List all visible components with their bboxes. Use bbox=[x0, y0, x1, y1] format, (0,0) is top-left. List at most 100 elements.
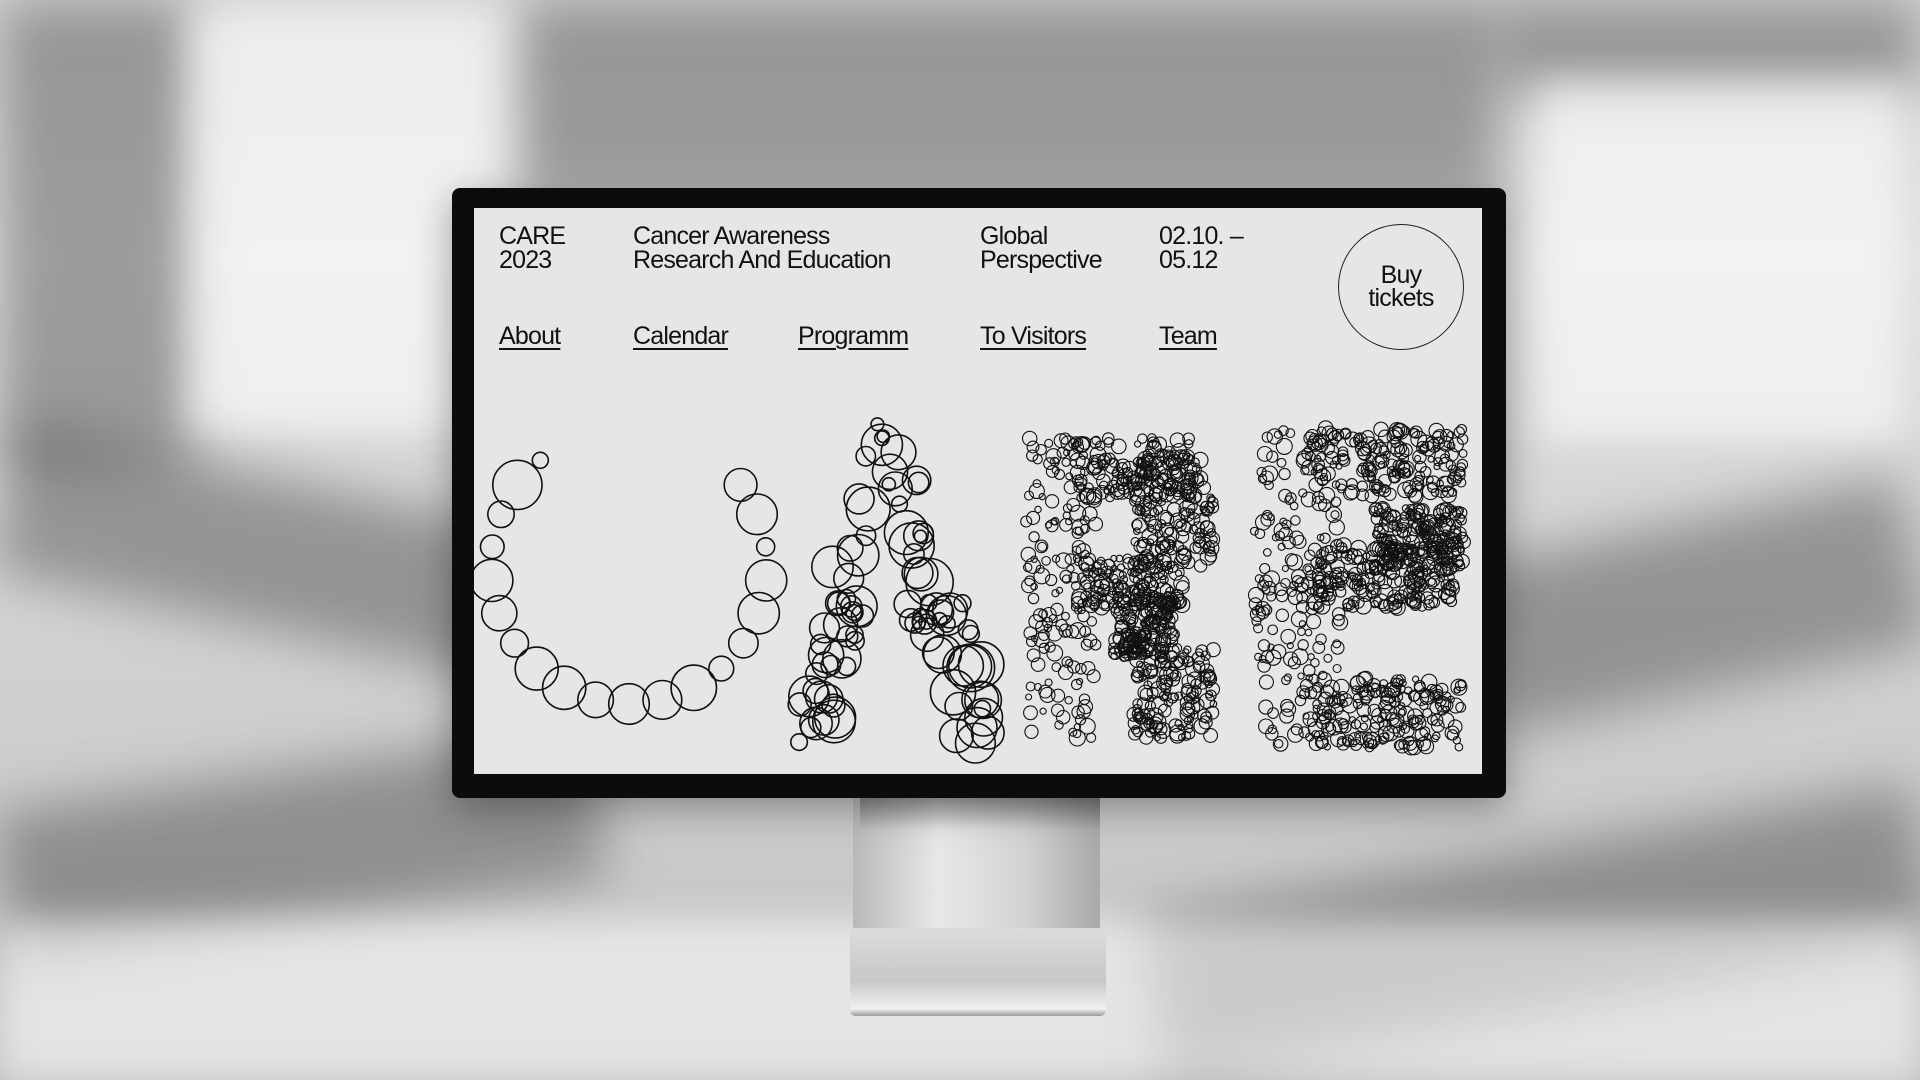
bubble bbox=[1290, 515, 1301, 526]
bubble bbox=[1175, 530, 1190, 544]
bubble bbox=[479, 534, 505, 560]
bubble bbox=[1139, 730, 1154, 745]
buy-tickets-button[interactable]: Buy tickets bbox=[1338, 224, 1464, 350]
bubble bbox=[1035, 443, 1047, 456]
bubble bbox=[1205, 642, 1221, 658]
bubble bbox=[1456, 423, 1468, 435]
bubble bbox=[1305, 613, 1322, 630]
bubble bbox=[790, 733, 809, 752]
bubble bbox=[1061, 457, 1071, 467]
subtitle-line-1: Cancer Awareness bbox=[633, 222, 830, 250]
bubble bbox=[1433, 457, 1443, 467]
hero-care-bubble-lettering bbox=[474, 417, 1471, 764]
brand-line-1: CARE bbox=[499, 222, 566, 250]
bubble bbox=[1280, 628, 1297, 645]
bubble bbox=[577, 681, 615, 719]
bubble bbox=[1061, 611, 1070, 621]
bubble bbox=[1037, 541, 1048, 552]
bubble bbox=[1323, 653, 1333, 663]
bubble bbox=[1114, 484, 1130, 500]
bubble bbox=[735, 493, 779, 536]
brand-logo[interactable]: CARE 2023 bbox=[499, 222, 566, 274]
bubble bbox=[1275, 608, 1290, 623]
nav-calendar[interactable]: Calendar bbox=[633, 322, 729, 351]
bubble bbox=[1039, 707, 1047, 715]
bubble bbox=[1369, 722, 1381, 733]
dates-line-1: 02.10. – bbox=[1159, 222, 1244, 250]
bubble bbox=[1278, 467, 1291, 481]
bubble bbox=[890, 495, 909, 513]
bubble bbox=[723, 467, 758, 503]
bubble bbox=[1286, 553, 1304, 571]
bubble bbox=[1062, 511, 1071, 520]
brand-line-2: 2023 bbox=[499, 246, 552, 274]
bubble bbox=[1373, 421, 1389, 438]
bubble bbox=[1077, 609, 1090, 623]
bubble bbox=[1131, 519, 1143, 531]
bubble bbox=[1281, 564, 1289, 573]
bubble bbox=[1175, 520, 1184, 528]
bubble bbox=[1317, 498, 1332, 512]
bubble bbox=[1331, 607, 1346, 621]
bubble bbox=[1044, 573, 1058, 587]
nav-programm[interactable]: Programm bbox=[798, 322, 909, 351]
bubble bbox=[1257, 659, 1271, 673]
nav-about[interactable]: About bbox=[499, 322, 561, 351]
bubble bbox=[1088, 516, 1104, 532]
bubble bbox=[1079, 717, 1096, 735]
bubble bbox=[1345, 478, 1358, 491]
tagline-line-2: Perspective bbox=[980, 246, 1103, 274]
monitor-stand-foot bbox=[850, 928, 1106, 1016]
tagline-line-1: Global bbox=[980, 222, 1048, 250]
bubble bbox=[1249, 526, 1259, 536]
bubble bbox=[1051, 688, 1066, 703]
letter-a-bubbles bbox=[787, 417, 1005, 764]
buy-label-line-2: tickets bbox=[1368, 284, 1434, 312]
bubble bbox=[1044, 438, 1054, 448]
bubble bbox=[1137, 433, 1148, 444]
bubble bbox=[1181, 648, 1190, 656]
nav-to-visitors[interactable]: To Visitors bbox=[980, 322, 1087, 351]
bubble bbox=[1359, 722, 1369, 731]
bubble bbox=[1025, 693, 1033, 701]
bubble bbox=[1041, 555, 1051, 566]
website-screen: CARE 2023 Cancer Awareness Research And … bbox=[474, 208, 1482, 774]
bubble bbox=[1025, 681, 1036, 692]
bubble bbox=[1297, 627, 1306, 637]
bubble bbox=[1427, 455, 1435, 463]
bubble bbox=[1332, 663, 1342, 674]
bubble bbox=[901, 465, 932, 496]
bubble bbox=[1064, 696, 1073, 705]
nav-team[interactable]: Team bbox=[1159, 322, 1218, 351]
bubble bbox=[737, 591, 781, 635]
bubble bbox=[708, 655, 735, 682]
bubble bbox=[499, 628, 530, 658]
bubble bbox=[1330, 510, 1340, 520]
bubble bbox=[871, 453, 909, 491]
bubble bbox=[1193, 559, 1208, 573]
bubble bbox=[810, 545, 854, 589]
bubble bbox=[1023, 626, 1038, 640]
bubble bbox=[1414, 714, 1425, 725]
bubble bbox=[531, 451, 550, 470]
letter-e-bubbles bbox=[1247, 420, 1471, 756]
bubble bbox=[1262, 548, 1272, 557]
bubble bbox=[1256, 445, 1273, 462]
bubble bbox=[1458, 449, 1468, 458]
bubble bbox=[1071, 474, 1084, 487]
letter-r-bubbles bbox=[1020, 430, 1221, 747]
bubble bbox=[893, 589, 923, 619]
bubble bbox=[514, 646, 560, 691]
bubble bbox=[880, 434, 917, 471]
bubble bbox=[1259, 562, 1271, 575]
bubble bbox=[1273, 739, 1284, 749]
event-tagline: Global Perspective bbox=[980, 222, 1103, 274]
bubble bbox=[1267, 624, 1279, 636]
bubble bbox=[1028, 531, 1040, 543]
bubble bbox=[1056, 446, 1069, 459]
bubble bbox=[1081, 579, 1092, 590]
subtitle-line-2: Research And Education bbox=[633, 246, 891, 274]
bubble bbox=[1044, 494, 1060, 509]
bubble bbox=[1297, 672, 1305, 680]
bubble bbox=[492, 459, 543, 511]
